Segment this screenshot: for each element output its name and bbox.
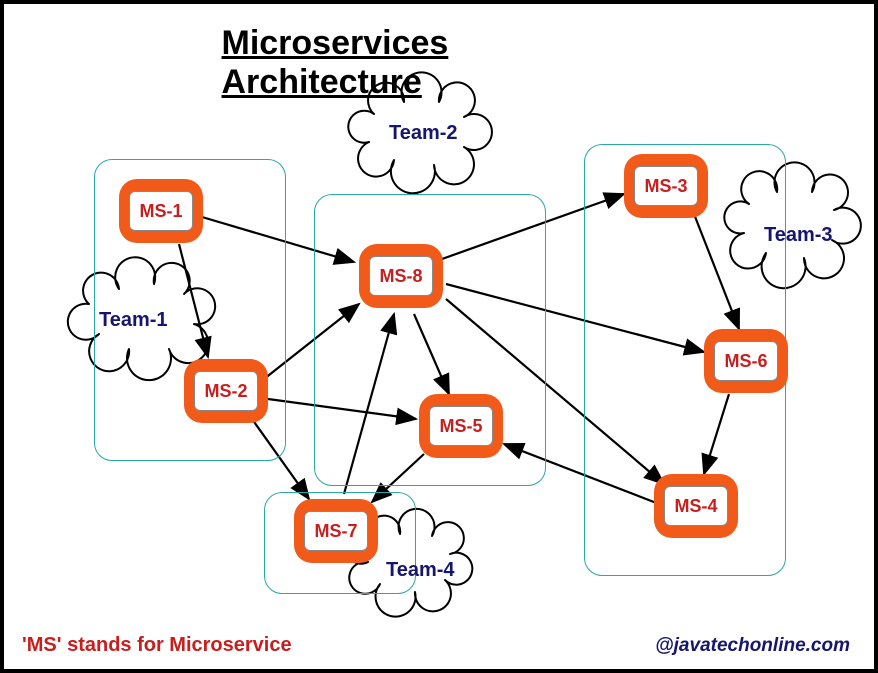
diagram-title: Microservices Architecture xyxy=(222,24,657,102)
node-ms3-label: MS-3 xyxy=(634,166,698,206)
node-ms1: MS-1 xyxy=(119,179,203,243)
label-team1: Team-1 xyxy=(99,309,168,332)
node-ms2: MS-2 xyxy=(184,359,268,423)
label-team4: Team-4 xyxy=(386,559,455,582)
label-team3: Team-3 xyxy=(764,224,833,247)
node-ms7-label: MS-7 xyxy=(304,511,368,551)
node-ms5-label: MS-5 xyxy=(429,406,493,446)
node-ms7: MS-7 xyxy=(294,499,378,563)
footer-attribution: @javatechonline.com xyxy=(655,635,850,657)
node-ms8: MS-8 xyxy=(359,244,443,308)
label-team2: Team-2 xyxy=(389,122,458,145)
diagram-frame: Microservices Architecture xyxy=(0,0,878,673)
node-ms2-label: MS-2 xyxy=(194,371,258,411)
node-ms6-label: MS-6 xyxy=(714,341,778,381)
node-ms4-label: MS-4 xyxy=(664,486,728,526)
node-ms1-label: MS-1 xyxy=(129,191,193,231)
node-ms3: MS-3 xyxy=(624,154,708,218)
node-ms5: MS-5 xyxy=(419,394,503,458)
footer-note: 'MS' stands for Microservice xyxy=(22,634,292,657)
node-ms8-label: MS-8 xyxy=(369,256,433,296)
node-ms4: MS-4 xyxy=(654,474,738,538)
node-ms6: MS-6 xyxy=(704,329,788,393)
